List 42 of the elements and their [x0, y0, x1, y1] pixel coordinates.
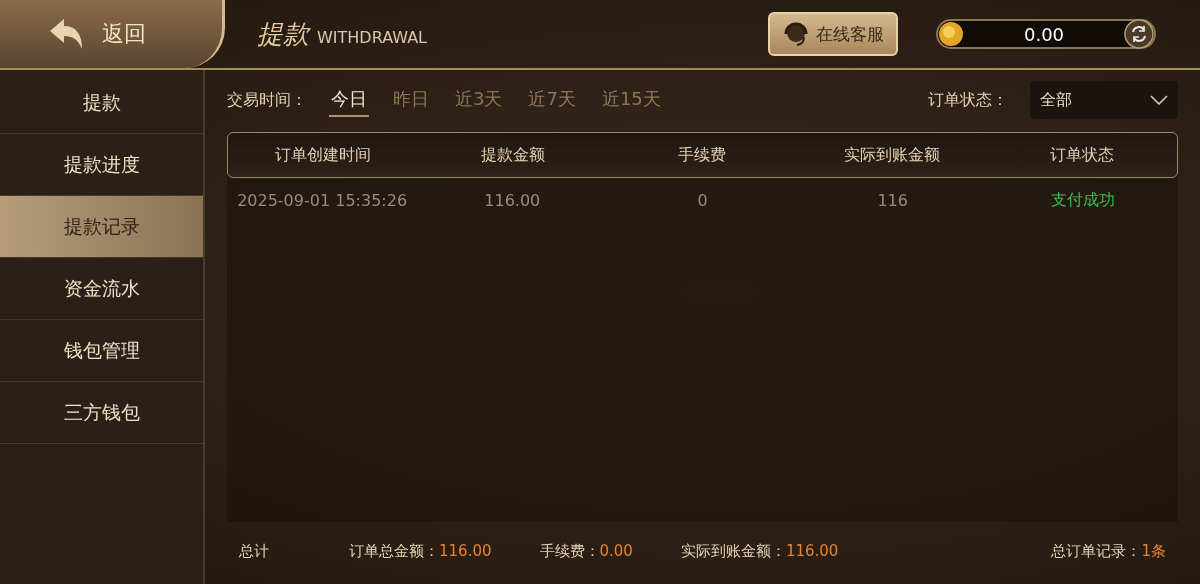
column-header: 提款金额: [479, 144, 546, 166]
sidebar-item[interactable]: 资金流水: [0, 258, 203, 320]
table-cell-text: 116: [876, 190, 909, 210]
back-button[interactable]: 返回: [0, 0, 225, 68]
refresh-icon[interactable]: [1124, 19, 1154, 49]
column-header: 订单状态: [1049, 144, 1116, 166]
page-subtitle: WITHDRAWAL: [317, 27, 427, 47]
summary-value: 0.00: [599, 541, 633, 561]
summary-value: 116.00: [439, 541, 492, 561]
sidebar-item[interactable]: 钱包管理: [0, 320, 203, 382]
summary-label: 实际到账金额：: [680, 541, 786, 561]
column-header: 手续费: [677, 144, 728, 166]
table-cell-text: 0: [696, 190, 709, 210]
sidebar-item[interactable]: 提款: [0, 72, 203, 134]
summary-label: 订单总金额：: [349, 541, 439, 561]
sidebar-item[interactable]: 三方钱包: [0, 382, 203, 444]
chevron-down-icon: [1150, 95, 1168, 105]
table-cell-text: 116.00: [483, 190, 542, 210]
coin-icon: [938, 21, 964, 47]
summary-label: 手续费：: [539, 541, 600, 561]
column-header: 实际到账金额: [843, 144, 942, 166]
summary-label: 总计: [239, 541, 269, 561]
headset-icon: [782, 20, 810, 48]
date-range-tab[interactable]: 近3天: [453, 83, 505, 117]
status-text: 支付成功: [1049, 189, 1116, 211]
date-range-tab[interactable]: 昨日: [391, 83, 431, 117]
table-cell-text: 2025-09-01 15:35:26: [236, 190, 409, 210]
status-dropdown[interactable]: 全部: [1030, 81, 1178, 119]
column-header: 订单创建时间: [273, 144, 372, 166]
page-title: 提款: [257, 17, 309, 51]
date-range-tab[interactable]: 今日: [329, 83, 369, 117]
support-button[interactable]: 在线客服: [768, 12, 898, 56]
summary-value: 116.00: [785, 541, 839, 561]
date-range-tab[interactable]: 近7天: [526, 83, 578, 117]
sidebar-item[interactable]: 提款记录: [0, 196, 203, 258]
summary-value: 1条: [1141, 541, 1166, 561]
balance-amount: 0.00: [1022, 23, 1066, 45]
back-arrow-icon: [48, 17, 84, 51]
date-range-tab[interactable]: 近15天: [599, 83, 663, 117]
status-filter-label: 订单状态：: [928, 89, 1008, 111]
summary-label: 总订单记录：: [1051, 541, 1142, 561]
filter-label: 交易时间：: [227, 89, 307, 111]
